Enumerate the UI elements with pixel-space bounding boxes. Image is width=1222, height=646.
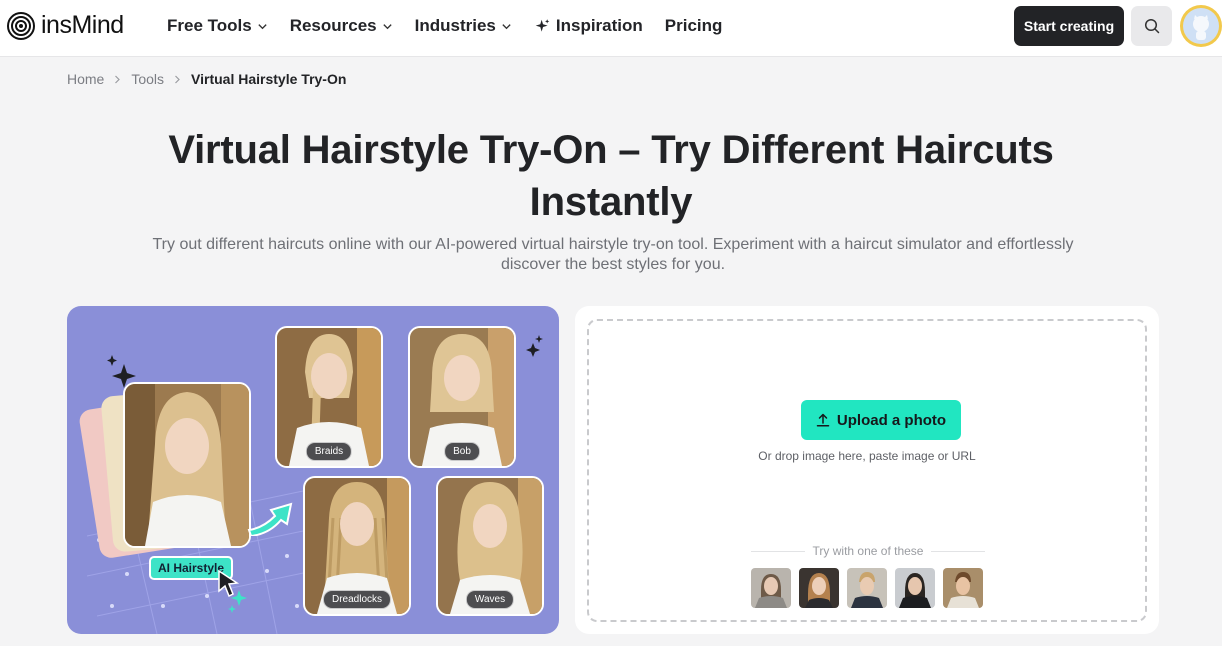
divider-line — [751, 550, 805, 552]
nav-pricing[interactable]: Pricing — [665, 16, 723, 36]
chevron-right-icon — [175, 75, 180, 83]
page-subtitle: Try out different haircuts online with o… — [152, 236, 1074, 273]
hairstyle-showcase-image: AI Hairstyle Braids Bob Dreadlocks Waves — [67, 306, 559, 634]
style-label: Dreadlocks — [322, 590, 392, 609]
start-creating-button[interactable]: Start creating — [1014, 6, 1124, 46]
chevron-right-icon — [115, 75, 121, 83]
sample-photo-4[interactable] — [895, 568, 935, 608]
style-photo-dreadlocks: Dreadlocks — [303, 476, 411, 616]
breadcrumb-tools[interactable]: Tools — [131, 71, 164, 87]
search-icon — [1144, 18, 1159, 34]
sample-photos — [751, 568, 983, 608]
nav-label: Pricing — [664, 16, 723, 35]
chevron-down-icon — [502, 23, 511, 29]
style-label: Waves — [465, 590, 515, 609]
logo-icon — [7, 11, 35, 40]
breadcrumb: Home Tools Virtual Hairstyle Try-On — [67, 71, 346, 87]
page-title: Virtual Hairstyle Try-On – Try Different… — [168, 128, 1054, 224]
brand-name: insMind — [41, 11, 124, 39]
nav-resources[interactable]: Resources — [290, 16, 393, 36]
sample-photo-5[interactable] — [943, 568, 983, 608]
github-avatar-icon — [1183, 8, 1219, 44]
style-photo-braids: Braids — [275, 326, 383, 468]
sparkle-icon — [526, 335, 543, 357]
nav-label: Free Tools — [167, 16, 252, 35]
style-photo-waves: Waves — [436, 476, 544, 616]
main-nav: Free Tools Resources Industries Inspirat… — [167, 16, 744, 36]
upload-icon — [816, 413, 830, 427]
arrow-icon — [247, 502, 293, 536]
top-navigation-bar: insMind Free Tools Resources Industries … — [0, 0, 1222, 57]
divider-line — [931, 550, 986, 552]
sample-photo-1[interactable] — [751, 568, 791, 608]
sparkle-icon — [535, 18, 550, 32]
search-button[interactable] — [1131, 6, 1172, 46]
chevron-down-icon — [382, 23, 392, 29]
upload-button-label: Upload a photo — [836, 411, 947, 429]
breadcrumb-home[interactable]: Home — [67, 71, 104, 87]
nav-label: Resources — [289, 16, 377, 35]
nav-label: Inspiration — [555, 16, 643, 35]
nav-free-tools[interactable]: Free Tools — [167, 16, 268, 36]
nav-inspiration[interactable]: Inspiration — [534, 16, 643, 36]
breadcrumb-current: Virtual Hairstyle Try-On — [191, 71, 347, 87]
brand-logo[interactable]: insMind — [7, 11, 124, 40]
samples-label: Try with one of these — [812, 544, 924, 558]
sample-photo-2[interactable] — [799, 568, 839, 608]
upload-photo-button[interactable]: Upload a photo — [801, 400, 961, 440]
nav-industries[interactable]: Industries — [415, 16, 512, 36]
user-avatar[interactable] — [1180, 5, 1222, 47]
style-photo-bob: Bob — [408, 326, 516, 468]
style-label: Braids — [305, 442, 353, 461]
style-label: Bob — [444, 442, 480, 461]
samples-divider: Try with one of these — [751, 544, 986, 558]
image-dropzone[interactable]: Upload a photo Or drop image here, paste… — [587, 319, 1147, 622]
upload-panel: Upload a photo Or drop image here, paste… — [575, 306, 1159, 634]
sparkle-icon — [228, 590, 247, 613]
sample-photo-3[interactable] — [847, 568, 887, 608]
chevron-down-icon — [258, 23, 267, 29]
original-portrait — [123, 382, 251, 548]
drop-hint-text: Or drop image here, paste image or URL — [758, 449, 976, 463]
nav-label: Industries — [414, 16, 496, 35]
